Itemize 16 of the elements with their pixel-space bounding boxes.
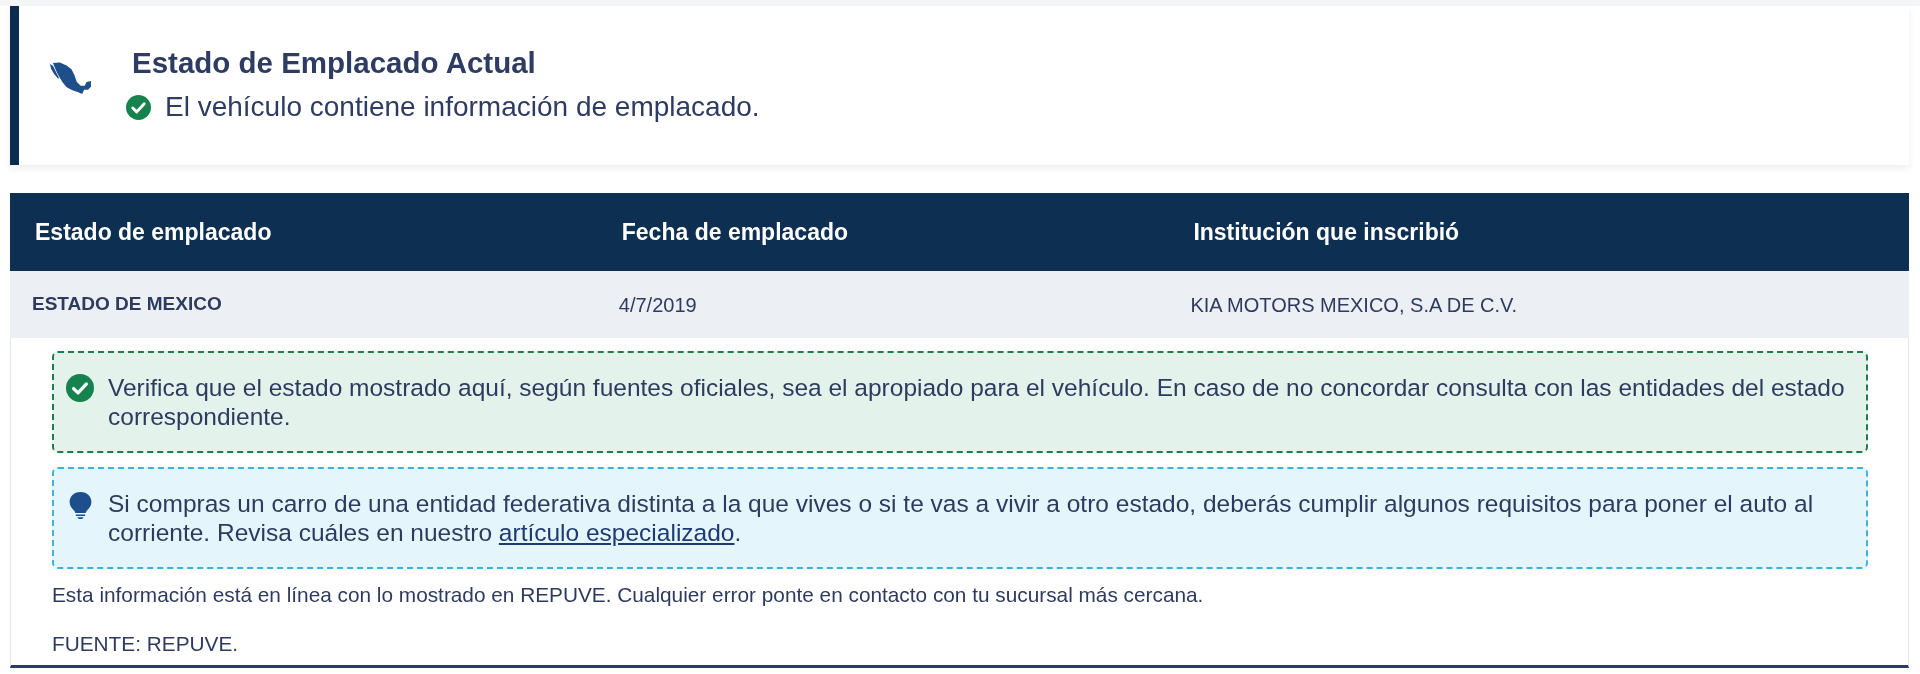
table-cell: 4/7/2019 xyxy=(618,293,697,316)
column-header: Institución que inscribió xyxy=(1193,218,1460,245)
column-header: Estado de emplacado xyxy=(35,218,272,245)
notice-text: Si compras un carro de una entidad federativa distinta a la que vives o si te vas a vivir a otro estado, deberás cumplir algunos requisitos para poner el auto al corriente. Revisa cuáles en nuestro artículo especializado. xyxy=(108,489,1815,547)
status-message: El vehículo contiene información de emplacado. xyxy=(165,90,760,124)
table-cell: ESTADO DE MEXICO xyxy=(32,293,222,315)
article-link[interactable]: artículo especializado xyxy=(498,519,735,546)
table-cell: KIA MOTORS MEXICO, S.A DE C.V. xyxy=(1190,293,1518,316)
column-header: Fecha de emplacado xyxy=(621,218,849,245)
footnote-text: FUENTE: REPUVE. xyxy=(52,632,240,655)
check-circle-icon xyxy=(126,94,151,120)
notice-text: Verifica que el estado mostrado aquí, según fuentes oficiales, sea el apropiado para el vehículo. En caso de no concordar consulta con las entidades del estado correspondiente. xyxy=(108,373,1846,431)
footnote-text: Esta información está en línea con lo mostrado en REPUVE. Cualquier error ponte en contacto con tu sucursal más cercana. xyxy=(52,583,1205,606)
status-title: Estado de Emplacado Actual xyxy=(132,45,537,81)
check-circle-icon xyxy=(66,374,94,402)
lightbulb-icon xyxy=(68,492,93,519)
